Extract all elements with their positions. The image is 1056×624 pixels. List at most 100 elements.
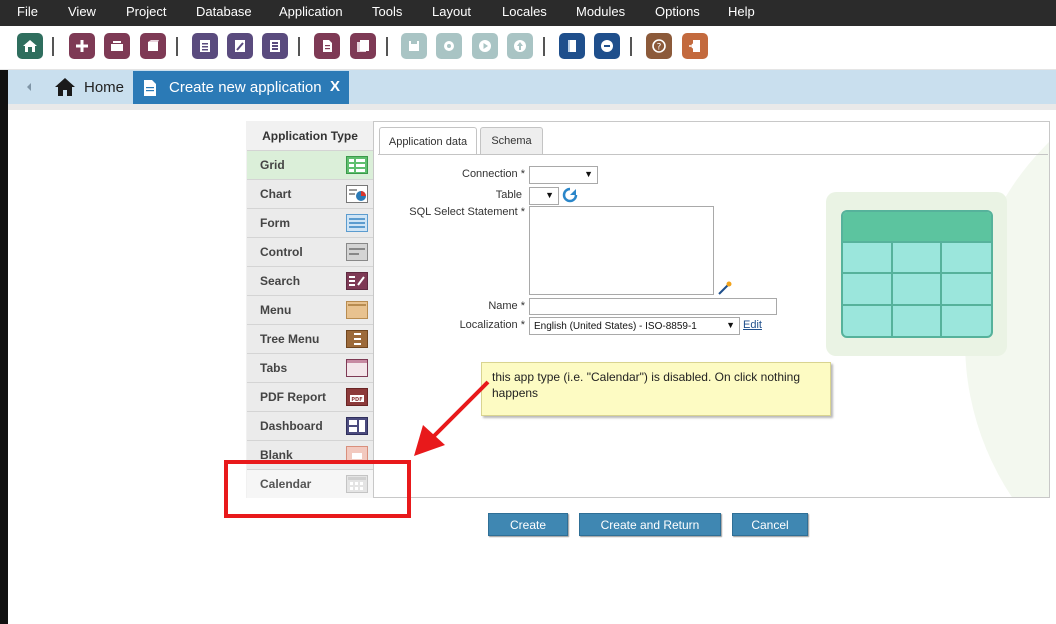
chat-icon[interactable] (594, 33, 620, 59)
menu-help[interactable]: Help (728, 4, 755, 19)
svg-text:PDF: PDF (351, 397, 362, 403)
app-type-label: Grid (260, 158, 285, 172)
run-icon (472, 33, 498, 59)
app-type-label: Search (260, 274, 301, 288)
chevron-down-icon: ▼ (584, 169, 593, 179)
connection-select[interactable]: ▼ (529, 166, 598, 184)
tabs-type-icon (346, 359, 368, 377)
menu-bar: File View Project Database Application T… (0, 0, 1056, 26)
window-edge (0, 26, 8, 624)
toolbar-separator (543, 37, 545, 56)
open-icon[interactable] (104, 33, 130, 59)
search-type-icon (346, 272, 368, 290)
menu-layout[interactable]: Layout (432, 4, 471, 19)
name-input[interactable] (529, 298, 777, 315)
pdf-report-type-icon: PDF (346, 388, 368, 406)
sql-select-textarea[interactable] (529, 206, 714, 295)
disabled-type-tooltip: this app type (i.e. "Calendar") is disab… (481, 362, 831, 416)
app-type-menu[interactable]: Menu (247, 295, 373, 324)
edit-localization-link[interactable]: Edit (743, 319, 762, 331)
chevron-down-icon: ▼ (545, 190, 554, 200)
app-type-tree-menu[interactable]: Tree Menu (247, 324, 373, 353)
tab-home[interactable]: Home (48, 72, 130, 102)
toolbar-separator (298, 37, 300, 56)
calendar-highlight-box (224, 460, 411, 518)
menu-locales[interactable]: Locales (502, 4, 547, 19)
document-tab-icon (144, 79, 156, 96)
localization-select[interactable]: English (United States) - ISO-8859-1 ▼ (529, 317, 740, 335)
tab-home-label: Home (84, 78, 125, 96)
cancel-button[interactable]: Cancel (732, 513, 808, 536)
close-tab-icon[interactable]: X (330, 78, 340, 95)
toolbar-separator (386, 37, 388, 56)
home-tab-icon (55, 78, 75, 96)
refresh-icon[interactable] (562, 187, 578, 203)
app-type-label: Chart (260, 187, 292, 201)
grid-list-icon[interactable] (262, 33, 288, 59)
application-type-header: Application Type (262, 129, 358, 143)
document-icon[interactable] (314, 33, 340, 59)
book-icon[interactable] (559, 33, 585, 59)
tree-menu-type-icon (346, 330, 368, 348)
add-icon[interactable] (69, 33, 95, 59)
documents-icon[interactable] (350, 33, 376, 59)
app-type-label: Menu (260, 303, 292, 317)
toolbar-separator (176, 37, 178, 56)
control-type-icon (346, 243, 368, 261)
tab-create-label: Create new application (169, 79, 322, 96)
box-icon[interactable] (140, 33, 166, 59)
app-type-label: Form (260, 216, 290, 230)
wizard-wand-icon[interactable] (717, 280, 733, 296)
localization-label: Localization * (459, 319, 525, 331)
chevron-down-icon: ▼ (726, 320, 735, 330)
sql-select-label: SQL Select Statement * (409, 206, 525, 218)
menu-file[interactable]: File (17, 4, 38, 19)
name-label: Name * (488, 300, 525, 312)
app-type-label: Dashboard (260, 419, 323, 433)
app-type-control[interactable]: Control (247, 237, 373, 266)
home-icon[interactable] (17, 33, 43, 59)
localization-value: English (United States) - ISO-8859-1 (534, 320, 697, 332)
table-select[interactable]: ▼ (529, 187, 559, 205)
app-type-grid[interactable]: Grid (247, 150, 373, 179)
dashboard-type-icon (346, 417, 368, 435)
toolbar-separator (52, 37, 54, 56)
tab-divider (378, 154, 1048, 155)
menu-options[interactable]: Options (655, 4, 700, 19)
app-type-dashboard[interactable]: Dashboard (247, 411, 373, 440)
menu-database[interactable]: Database (196, 4, 252, 19)
annotation-arrow (414, 380, 490, 456)
grid-preview-icon (841, 210, 993, 338)
menu-application[interactable]: Application (279, 4, 343, 19)
connection-label: Connection * (462, 168, 525, 180)
app-type-form[interactable]: Form (247, 208, 373, 237)
grid-edit-icon[interactable] (227, 33, 253, 59)
menu-project[interactable]: Project (126, 4, 166, 19)
deploy-icon (507, 33, 533, 59)
app-type-label: Tabs (260, 361, 288, 375)
app-type-search[interactable]: Search (247, 266, 373, 295)
app-type-pdf-report[interactable]: PDF Report PDF (247, 382, 373, 411)
help-icon[interactable]: ? (646, 33, 672, 59)
svg-text:?: ? (657, 43, 662, 53)
create-button[interactable]: Create (488, 513, 568, 536)
settings-icon (436, 33, 462, 59)
exit-icon[interactable] (682, 33, 708, 59)
grid-add-icon[interactable] (192, 33, 218, 59)
save-icon (401, 33, 427, 59)
app-type-tabs[interactable]: Tabs (247, 353, 373, 382)
app-type-label: Control (260, 245, 303, 259)
tab-create-new-application[interactable]: Create new application X (133, 71, 349, 104)
tab-scroll-left-icon[interactable] (22, 80, 36, 94)
app-window: File View Project Database Application T… (0, 0, 1056, 624)
toolbar-separator (630, 37, 632, 56)
menu-modules[interactable]: Modules (576, 4, 625, 19)
tab-bar-divider (8, 104, 1056, 110)
menu-tools[interactable]: Tools (372, 4, 402, 19)
create-and-return-button[interactable]: Create and Return (579, 513, 721, 536)
menu-view[interactable]: View (68, 4, 96, 19)
table-label: Table (495, 189, 522, 201)
app-type-chart[interactable]: Chart (247, 179, 373, 208)
tab-schema[interactable]: Schema (480, 127, 543, 154)
tab-application-data[interactable]: Application data (379, 127, 477, 155)
